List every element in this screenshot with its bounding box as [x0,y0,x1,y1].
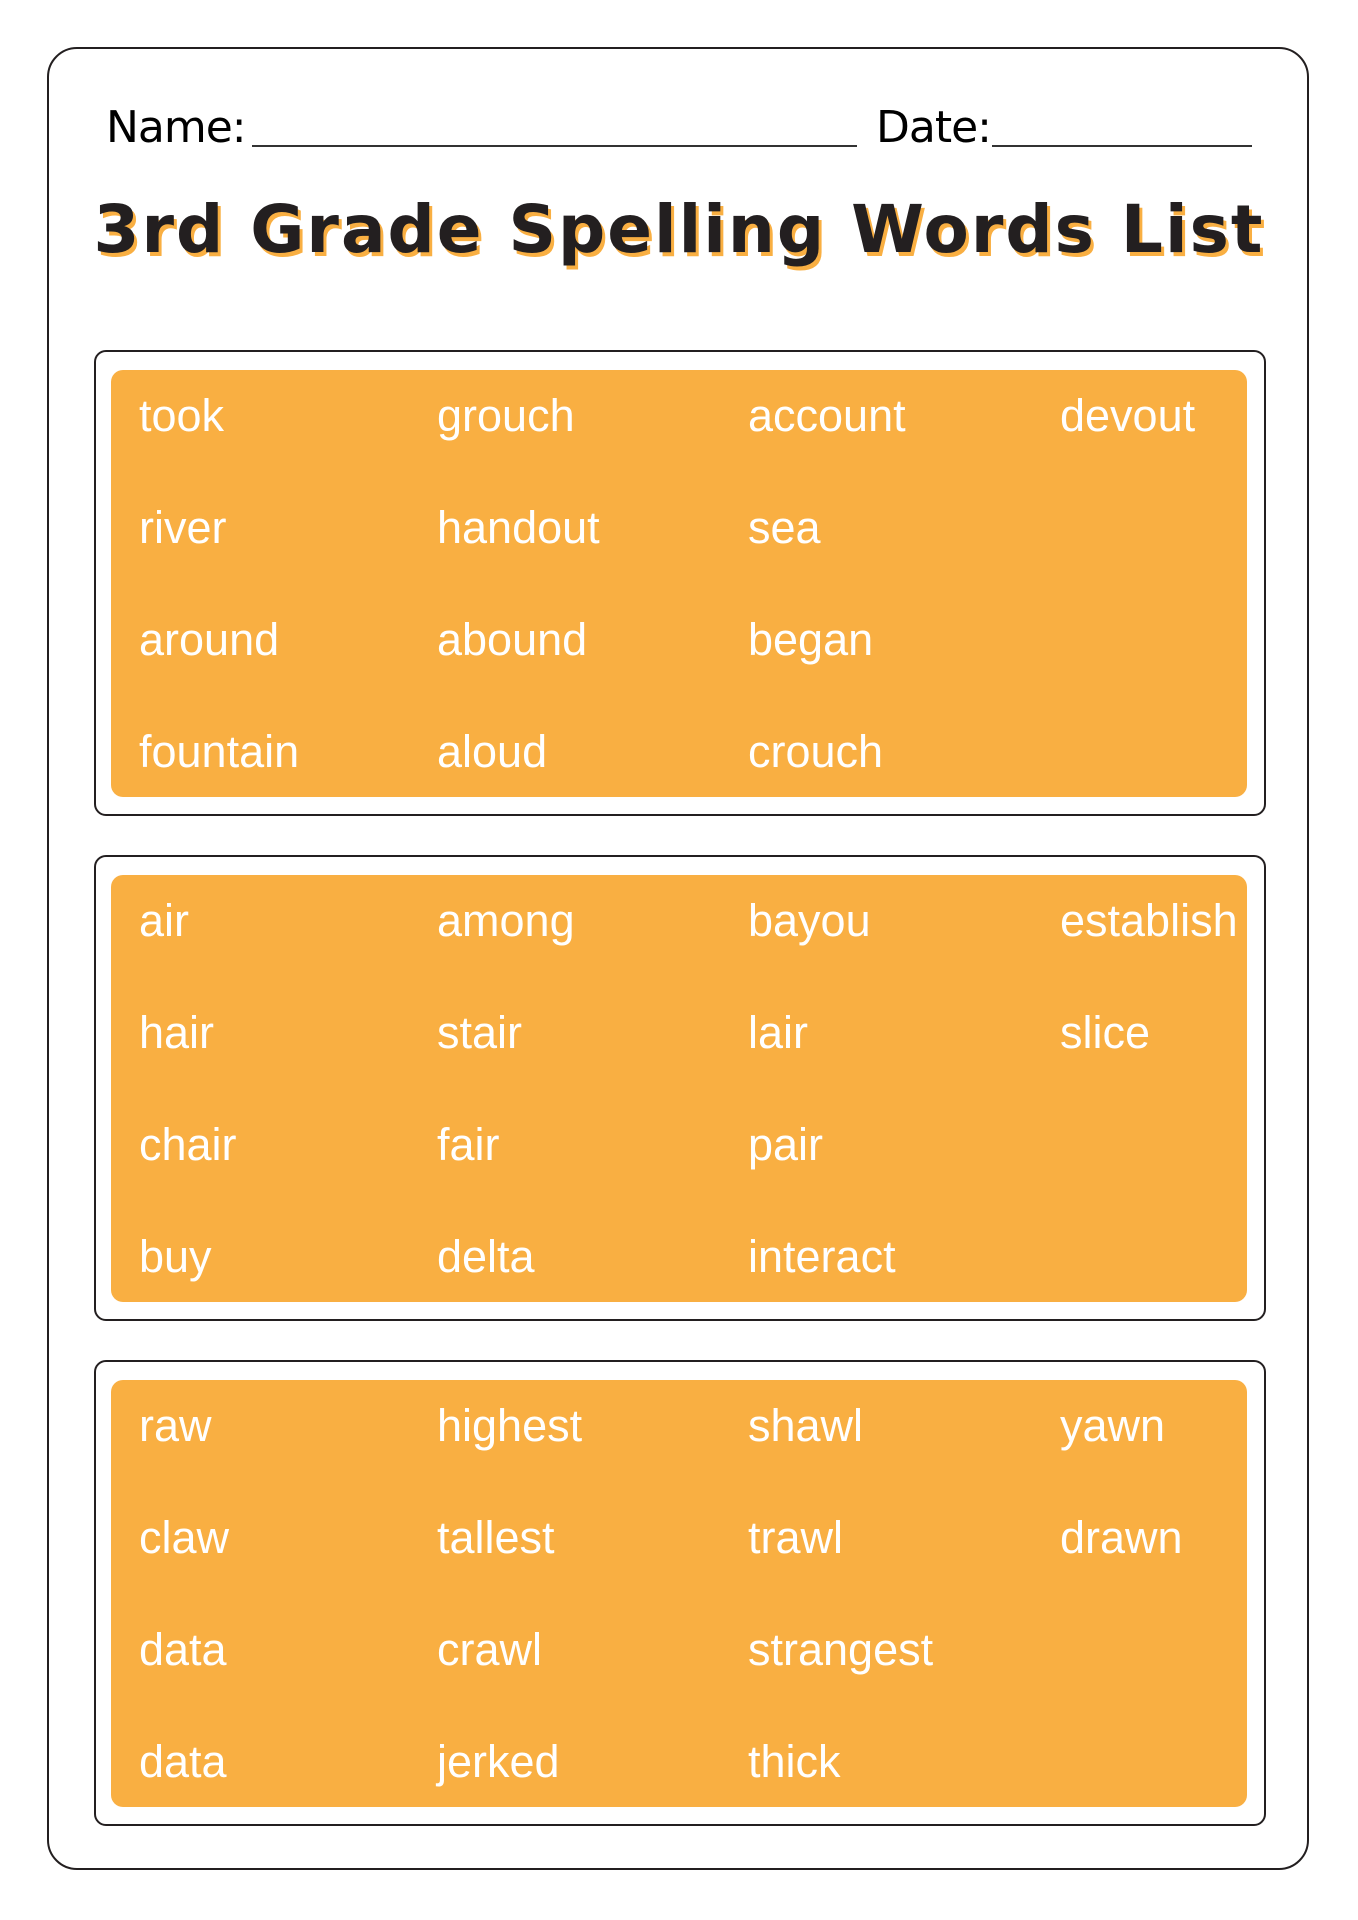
spelling-word: buy [139,1231,212,1282]
spelling-word: grouch [437,390,575,441]
spelling-word: crouch [748,726,884,777]
spelling-word: lair [748,1007,809,1058]
name-label: Name: [106,102,247,153]
spelling-word: sea [748,502,821,553]
spelling-word: establish [1060,895,1238,946]
spelling-word: bayou [748,895,871,946]
date-input-line[interactable] [992,145,1252,147]
spelling-word: among [437,895,575,946]
spelling-word: fair [437,1119,500,1170]
spelling-word: jerked [437,1736,560,1787]
spelling-word: highest [437,1400,583,1451]
spelling-word: strangest [748,1624,934,1675]
spelling-word: shawl [748,1400,864,1451]
spelling-word: took [139,390,225,441]
spelling-word: drawn [1060,1512,1183,1563]
spelling-word: data [139,1736,227,1787]
spelling-word: abound [437,614,588,665]
spelling-word: hair [139,1007,215,1058]
spelling-word: tallest [437,1512,555,1563]
spelling-word: yawn [1060,1400,1166,1451]
spelling-word: began [748,614,874,665]
spelling-word: raw [139,1400,212,1451]
spelling-word: data [139,1624,227,1675]
spelling-word: around [139,614,280,665]
name-input-line[interactable] [252,145,857,147]
spelling-word: chair [139,1119,237,1170]
spelling-word: slice [1060,1007,1151,1058]
spelling-word: claw [139,1512,230,1563]
spelling-word: fountain [139,726,300,777]
spelling-word: delta [437,1231,535,1282]
spelling-word: handout [437,502,600,553]
spelling-word: air [139,895,190,946]
spelling-word: river [139,502,227,553]
date-label: Date: [876,102,992,153]
spelling-word: pair [748,1119,824,1170]
spelling-word: aloud [437,726,548,777]
spelling-word: interact [748,1231,896,1282]
spelling-word: devout [1060,390,1196,441]
spelling-word: trawl [748,1512,844,1563]
spelling-word: crawl [437,1624,543,1675]
spelling-word: thick [748,1736,841,1787]
spelling-word: account [748,390,906,441]
spelling-word: stair [437,1007,523,1058]
page-title: 3rd Grade Spelling Words List [93,191,1265,268]
